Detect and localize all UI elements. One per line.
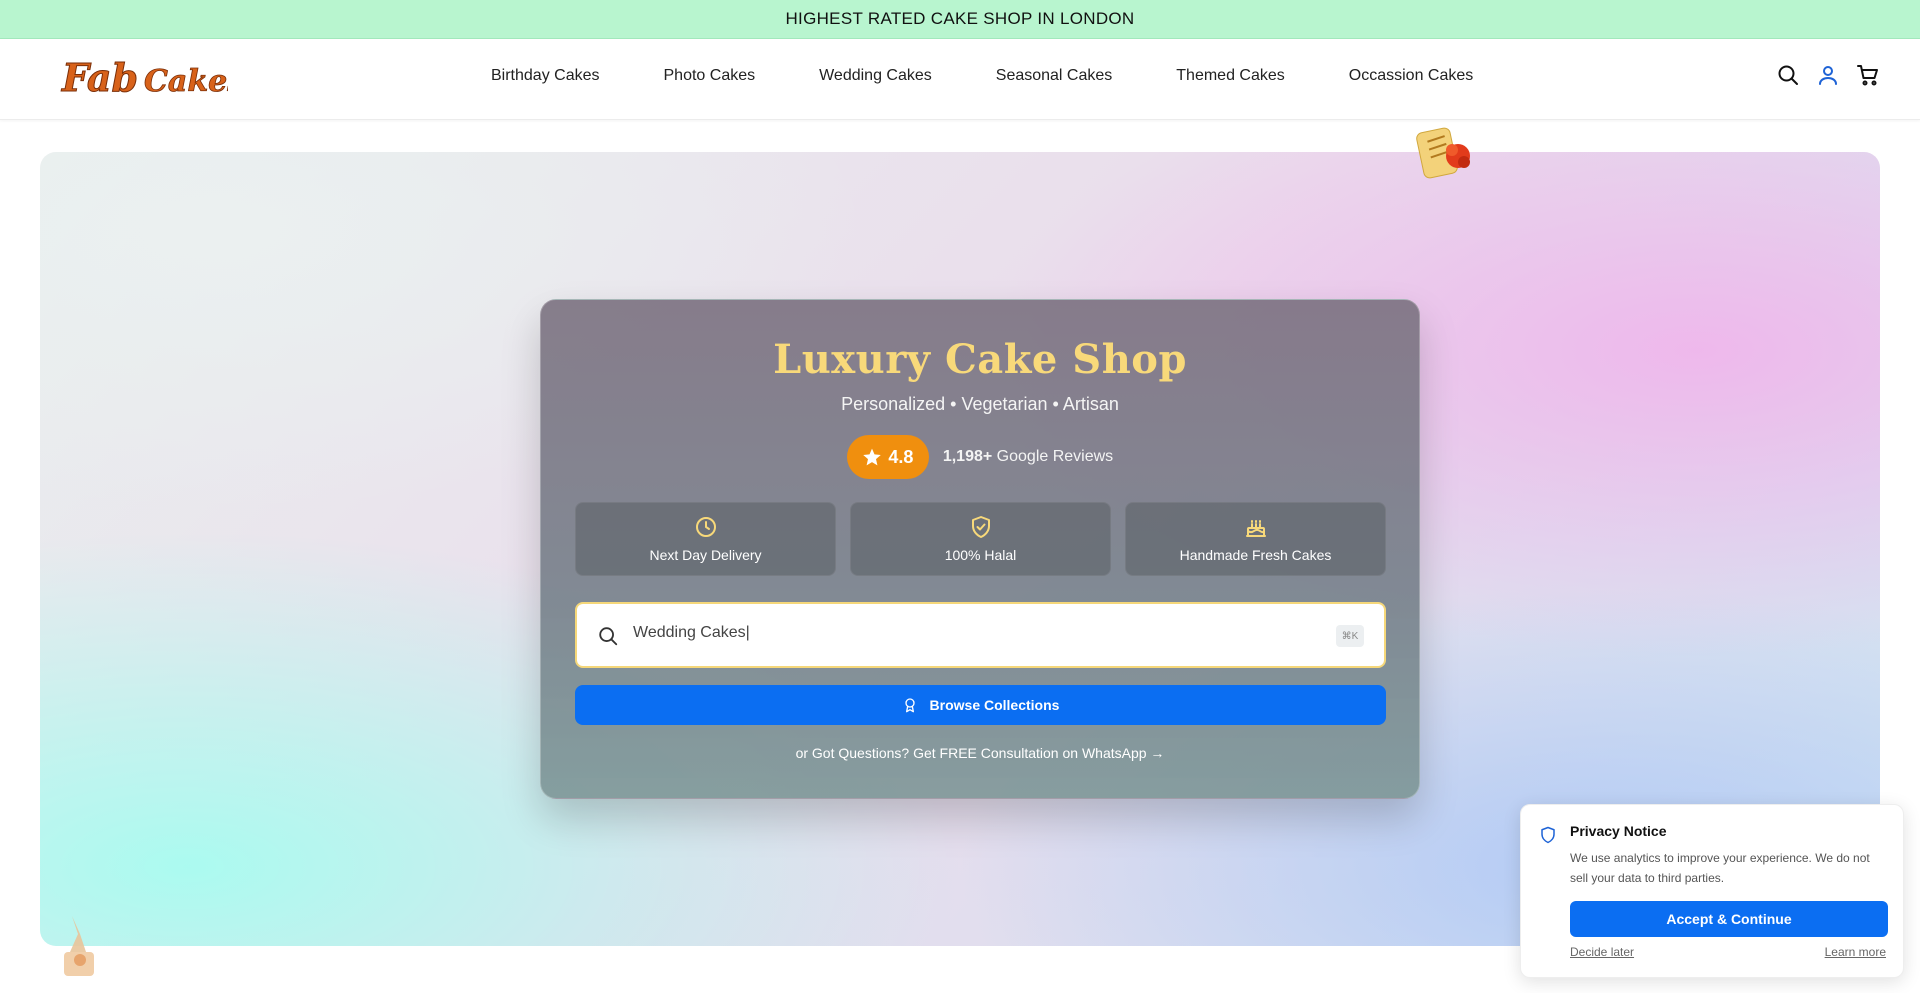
feature-label: Next Day Delivery: [649, 547, 762, 563]
decide-later-link[interactable]: Decide later: [1570, 945, 1634, 959]
hero-card: Luxury Cake Shop Personalized • Vegetari…: [540, 299, 1420, 799]
svg-text:Cakes: Cakes: [144, 64, 228, 99]
star-icon: [863, 448, 882, 466]
rating-row: 4.8 1,198+ Google Reviews: [541, 435, 1419, 479]
feature-label: Handmade Fresh Cakes: [1179, 547, 1332, 563]
browse-collections-label: Browse Collections: [929, 697, 1060, 713]
clock-icon: [695, 517, 716, 537]
feature-halal: 100% Halal: [850, 502, 1111, 576]
nav-themed-cakes[interactable]: Themed Cakes: [1176, 67, 1285, 85]
rating-badge[interactable]: 4.8: [846, 435, 929, 479]
announcement-banner: HIGHEST RATED CAKE SHOP IN LONDON: [0, 0, 1920, 39]
feature-next-day-delivery: Next Day Delivery: [575, 502, 836, 576]
hero-subtitle: Personalized • Vegetarian • Artisan: [841, 394, 1119, 414]
header-actions: [1776, 63, 1880, 87]
accept-continue-button[interactable]: Accept & Continue: [1570, 901, 1888, 937]
reviews-count: 1,198+: [942, 448, 993, 465]
feature-list: Next Day Delivery 100% Halal Handmade Fr…: [575, 502, 1386, 576]
privacy-text: We use analytics to improve your experie…: [1570, 851, 1870, 885]
reviews-label: Google Reviews: [996, 448, 1114, 465]
banner-text: HIGHEST RATED CAKE SHOP IN LONDON: [785, 9, 1135, 28]
search-icon: [599, 627, 618, 646]
nav-birthday-cakes[interactable]: Birthday Cakes: [491, 67, 600, 85]
main-nav: Birthday Cakes Photo Cakes Wedding Cakes…: [491, 67, 1473, 85]
rating-value: 4.8: [888, 446, 914, 467]
search-icon[interactable]: [1776, 63, 1800, 87]
svg-text:Fab: Fab: [61, 55, 138, 100]
award-icon: [904, 698, 915, 713]
shield-icon: [1541, 826, 1555, 844]
user-icon[interactable]: [1816, 63, 1840, 87]
hero-title: Luxury Cake Shop: [773, 336, 1187, 383]
cake-search-field[interactable]: Wedding Cakes| ⌘K: [575, 602, 1386, 668]
shield-check-icon: [971, 516, 990, 538]
cake-sticker-image: [1416, 127, 1470, 179]
cake-icon: [1245, 520, 1266, 537]
search-input-value[interactable]: Wedding Cakes|: [633, 624, 750, 642]
privacy-notice-dialog: Privacy Notice We use analytics to impro…: [1520, 804, 1904, 978]
reviews-text: 1,198+ Google Reviews: [943, 448, 1113, 466]
privacy-title: Privacy Notice: [1570, 823, 1667, 839]
cake-figurine-image: [64, 916, 94, 976]
nav-wedding-cakes[interactable]: Wedding Cakes: [819, 67, 932, 85]
browse-collections-button[interactable]: Browse Collections: [575, 685, 1386, 725]
nav-photo-cakes[interactable]: Photo Cakes: [664, 67, 756, 85]
learn-more-link[interactable]: Learn more: [1825, 945, 1886, 959]
nav-seasonal-cakes[interactable]: Seasonal Cakes: [996, 67, 1113, 85]
feature-label: 100% Halal: [944, 547, 1017, 563]
whatsapp-consultation-link[interactable]: or Got Questions? Get FREE Consultation …: [541, 745, 1419, 761]
cart-icon[interactable]: [1856, 63, 1880, 87]
site-header: Fab Cakes Birthday Cakes Photo Cakes Wed…: [0, 39, 1920, 120]
logo[interactable]: Fab Cakes: [58, 49, 229, 105]
feature-handmade: Handmade Fresh Cakes: [1125, 502, 1386, 576]
nav-occassion-cakes[interactable]: Occassion Cakes: [1349, 67, 1474, 85]
keyboard-shortcut-hint: ⌘K: [1336, 625, 1364, 647]
